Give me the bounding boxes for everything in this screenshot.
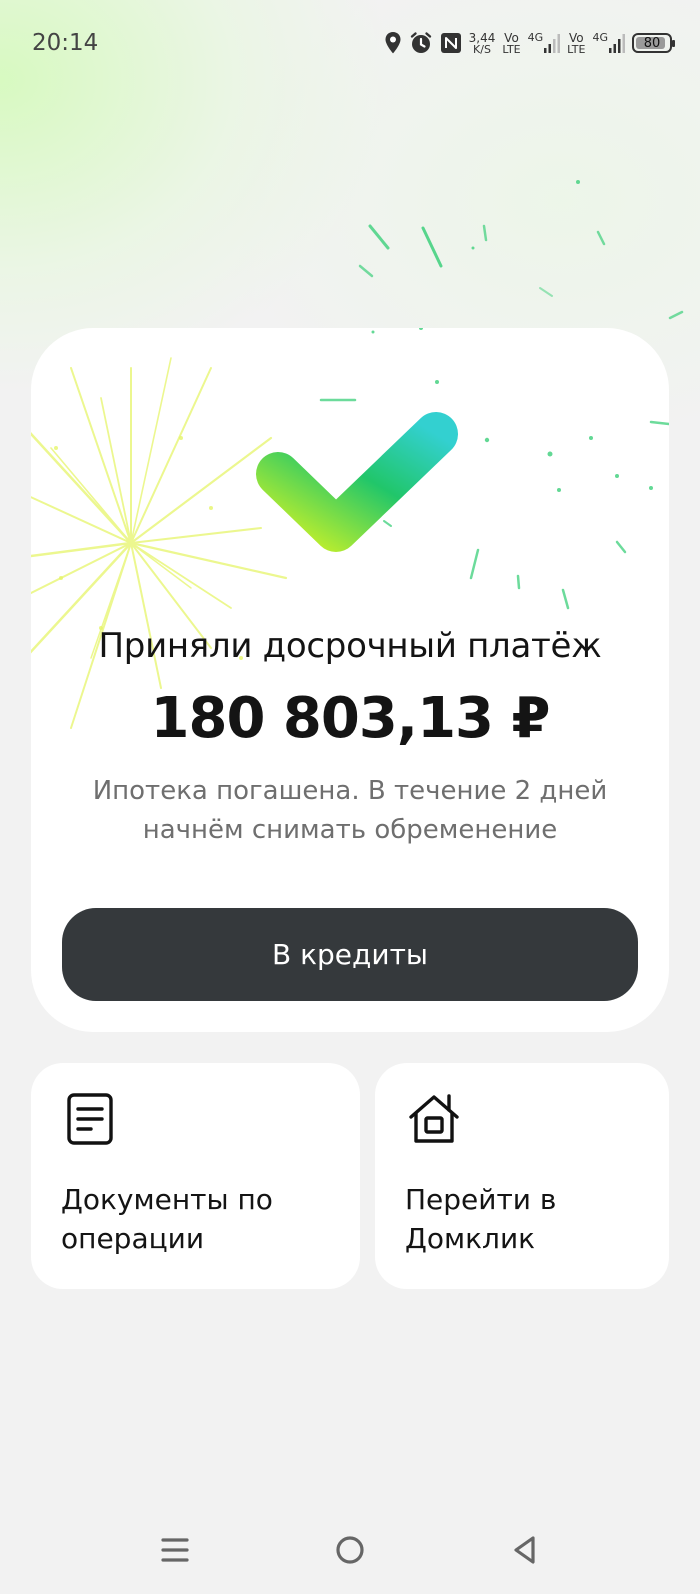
sim1-volte-bottom: LTE [502,42,521,56]
sim2-network: 4G [592,31,608,44]
operation-documents-card[interactable]: Документы по операции [31,1063,360,1289]
sim1-volte-top: Vo [504,30,519,45]
operation-documents-label: Документы по операции [61,1183,273,1255]
checkmark-icon [256,412,458,552]
status-bar: 20:14 3,44 K/S Vo LTE 4G Vo LTE 4G 80 [0,0,700,88]
payment-amount: 180 803,13 ₽ [150,686,551,751]
alarm-icon [409,31,433,55]
sim2-signal: 4G [592,32,625,54]
home-circle-icon [336,1536,364,1564]
network-speed-unit: K/S [473,42,491,56]
go-to-domclick-label: Перейти в Домклик [405,1183,557,1255]
nav-home-button[interactable] [320,1520,380,1580]
network-speed: 3,44 K/S [469,32,496,55]
battery-icon: 80 [632,33,675,53]
system-navigation-bar [0,1520,700,1594]
signal-icon [609,34,625,53]
result-title: Приняли досрочный платёж [98,626,602,666]
sim1-network: 4G [527,31,544,44]
location-icon [384,31,402,55]
network-speed-value: 3,44 [468,30,496,45]
status-icons: 3,44 K/S Vo LTE 4G Vo LTE 4G 80 [384,28,675,58]
sim2-volte-top: Vo [569,30,584,45]
payment-result-card: Приняли досрочный платёж 180 803,13 ₽ Ип… [31,328,669,1032]
status-time: 20:14 [32,30,99,56]
sim1-volte: Vo LTE [502,32,520,55]
nav-back-button[interactable] [495,1520,555,1580]
document-icon [67,1093,113,1145]
nav-menu-button[interactable] [145,1520,205,1580]
to-credits-button[interactable]: В кредиты [62,908,638,1001]
sim2-volte-bottom: LTE [567,42,586,56]
menu-icon [161,1538,189,1562]
go-to-domclick-card[interactable]: Перейти в Домклик [375,1063,669,1289]
sim2-volte: Vo LTE [567,32,585,55]
result-subtitle: Ипотека погашена. В течение 2 дней начнё… [92,776,608,845]
sim1-signal: 4G [528,32,561,54]
battery-level: 80 [643,35,661,51]
back-triangle-icon [514,1536,535,1564]
house-icon [409,1094,459,1143]
signal-icon [544,34,561,53]
nfc-icon [440,32,462,54]
